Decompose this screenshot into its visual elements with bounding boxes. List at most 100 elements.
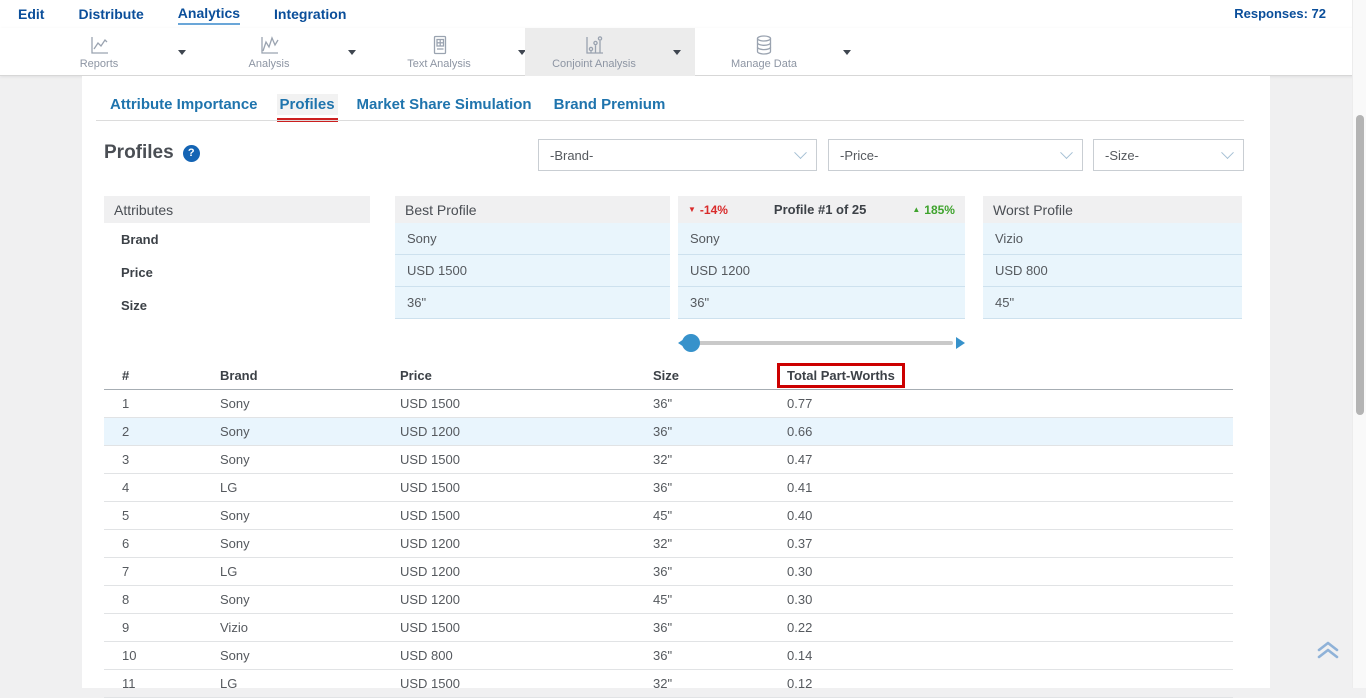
toolbar-button-label: Analysis xyxy=(249,58,290,70)
scrollbar-thumb[interactable] xyxy=(1356,115,1364,415)
cell-price: USD 1200 xyxy=(382,564,635,579)
cell-brand: Sony xyxy=(202,592,382,607)
cell-number: 8 xyxy=(104,592,202,607)
attributes-header: Attributes xyxy=(104,196,370,223)
table-row[interactable]: 6 Sony USD 1200 32" 0.37 xyxy=(104,530,1233,558)
table-row[interactable]: 7 LG USD 1200 36" 0.30 xyxy=(104,558,1233,586)
nav-item-edit[interactable]: Edit xyxy=(18,4,44,24)
responses-count[interactable]: Responses: 72 xyxy=(1234,6,1326,21)
cell-number: 3 xyxy=(104,452,202,467)
current-profile-column: ▼ -14% Profile #1 of 25 ▲ 185% Sony USD … xyxy=(678,196,965,319)
best-profile-brand: Sony xyxy=(395,223,670,255)
current-profile-size: 36" xyxy=(678,287,965,319)
dropdown-caret-icon[interactable] xyxy=(178,50,186,55)
price-filter-value: -Price- xyxy=(840,148,878,163)
cell-total-part-worths: 0.47 xyxy=(769,452,1233,467)
table-row[interactable]: 1 Sony USD 1500 36" 0.77 xyxy=(104,390,1233,418)
brand-filter-value: -Brand- xyxy=(550,148,593,163)
cell-size: 36" xyxy=(635,396,769,411)
cell-number: 7 xyxy=(104,564,202,579)
top-nav-bar: Edit Distribute Analytics Integration xyxy=(0,0,1366,28)
text-document-icon xyxy=(428,34,450,56)
cell-size: 36" xyxy=(635,480,769,495)
help-icon[interactable]: ? xyxy=(183,145,200,162)
cell-total-part-worths: 0.40 xyxy=(769,508,1233,523)
tab-market-share-simulation[interactable]: Market Share Simulation xyxy=(354,94,535,115)
cell-price: USD 1500 xyxy=(382,480,635,495)
tab-attribute-importance[interactable]: Attribute Importance xyxy=(107,94,261,115)
toolbar-button-conjoint-analysis[interactable]: Conjoint Analysis xyxy=(525,28,695,76)
best-profile-column: Best Profile Sony USD 1500 36" xyxy=(395,196,670,319)
cell-total-part-worths: 0.30 xyxy=(769,592,1233,607)
size-filter-select[interactable]: -Size- xyxy=(1093,139,1244,171)
cell-total-part-worths: 0.66 xyxy=(769,424,1233,439)
toolbar-button-label: Conjoint Analysis xyxy=(552,58,636,70)
table-row[interactable]: 8 Sony USD 1200 45" 0.30 xyxy=(104,586,1233,614)
cell-number: 1 xyxy=(104,396,202,411)
line-chart-icon xyxy=(88,34,110,56)
column-header-total-part-worths: Total Part-Worths xyxy=(787,368,895,383)
cell-size: 45" xyxy=(635,592,769,607)
table-header-row: # Brand Price Size Total Part-Worths xyxy=(104,362,1233,390)
cell-size: 36" xyxy=(635,424,769,439)
scrollbar-track[interactable] xyxy=(1352,0,1366,688)
worst-profile-price: USD 800 xyxy=(983,255,1242,287)
worst-profile-header: Worst Profile xyxy=(983,196,1242,223)
cell-brand: LG xyxy=(202,480,382,495)
database-icon xyxy=(753,34,775,56)
column-header-number: # xyxy=(104,368,202,383)
cell-total-part-worths: 0.41 xyxy=(769,480,1233,495)
cell-total-part-worths: 0.12 xyxy=(769,676,1233,691)
page-title: Profiles xyxy=(104,142,174,164)
next-profile-arrow[interactable] xyxy=(956,337,965,349)
table-row[interactable]: 5 Sony USD 1500 45" 0.40 xyxy=(104,502,1233,530)
nav-item-distribute[interactable]: Distribute xyxy=(78,4,143,24)
cell-price: USD 1200 xyxy=(382,592,635,607)
toolbar-button-analysis[interactable]: Analysis xyxy=(200,28,370,76)
toolbar-button-text-analysis[interactable]: Text Analysis xyxy=(370,28,540,76)
analytics-toolbar: Reports Analysis Text Analysis xyxy=(0,28,1366,76)
nav-item-analytics[interactable]: Analytics xyxy=(178,3,240,25)
cell-number: 4 xyxy=(104,480,202,495)
dropdown-caret-icon[interactable] xyxy=(843,50,851,55)
dropdown-caret-icon[interactable] xyxy=(348,50,356,55)
slider-track[interactable] xyxy=(690,341,953,345)
size-filter-value: -Size- xyxy=(1105,148,1139,163)
chevron-down-icon xyxy=(794,146,807,159)
cell-price: USD 800 xyxy=(382,648,635,663)
cell-size: 32" xyxy=(635,452,769,467)
toolbar-button-manage-data[interactable]: Manage Data xyxy=(695,28,865,76)
cell-size: 32" xyxy=(635,676,769,691)
best-profile-price: USD 1500 xyxy=(395,255,670,287)
table-row[interactable]: 10 Sony USD 800 36" 0.14 xyxy=(104,642,1233,670)
table-row[interactable]: 4 LG USD 1500 36" 0.41 xyxy=(104,474,1233,502)
price-filter-select[interactable]: -Price- xyxy=(828,139,1083,171)
conjoint-content-panel: Attribute Importance Profiles Market Sha… xyxy=(82,76,1270,688)
cell-brand: Sony xyxy=(202,536,382,551)
cell-brand: Sony xyxy=(202,648,382,663)
tab-profiles[interactable]: Profiles xyxy=(277,94,338,115)
toolbar-button-reports[interactable]: Reports xyxy=(30,28,200,76)
attribute-label-brand: Brand xyxy=(104,223,370,256)
cell-number: 10 xyxy=(104,648,202,663)
table-row[interactable]: 3 Sony USD 1500 32" 0.47 xyxy=(104,446,1233,474)
table-row[interactable]: 2 Sony USD 1200 36" 0.66 xyxy=(104,418,1233,446)
cell-price: USD 1500 xyxy=(382,396,635,411)
column-header-brand: Brand xyxy=(202,368,382,383)
nav-item-integration[interactable]: Integration xyxy=(274,4,346,24)
toolbar-button-label: Text Analysis xyxy=(407,58,471,70)
scroll-to-top-icon[interactable] xyxy=(1316,640,1340,660)
cell-brand: LG xyxy=(202,564,382,579)
tab-brand-premium[interactable]: Brand Premium xyxy=(551,94,669,115)
best-profile-size: 36" xyxy=(395,287,670,319)
table-row[interactable]: 11 LG USD 1500 32" 0.12 xyxy=(104,670,1233,698)
slider-handle[interactable] xyxy=(682,334,700,352)
chevron-down-icon xyxy=(1060,146,1073,159)
dropdown-caret-icon[interactable] xyxy=(673,50,681,55)
cell-number: 6 xyxy=(104,536,202,551)
table-row[interactable]: 9 Vizio USD 1500 36" 0.22 xyxy=(104,614,1233,642)
cell-brand: Vizio xyxy=(202,620,382,635)
cell-brand: Sony xyxy=(202,424,382,439)
brand-filter-select[interactable]: -Brand- xyxy=(538,139,817,171)
toolbar-button-label: Reports xyxy=(80,58,119,70)
